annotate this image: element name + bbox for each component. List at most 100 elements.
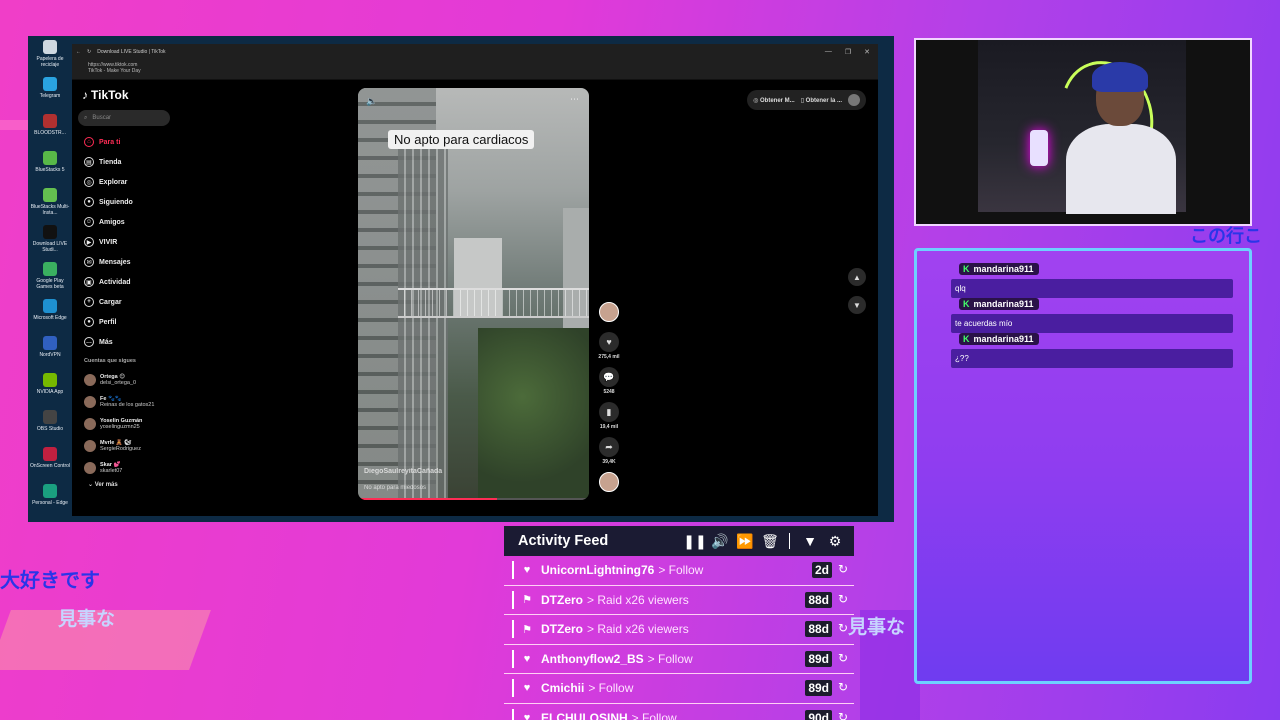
replay-icon[interactable]: ↻ — [838, 562, 848, 576]
feed-row[interactable]: ⚑ DTZero > Raid x26 viewers 88d ↻ — [504, 615, 854, 645]
nav-item-vivir[interactable]: ▶ VIVIR — [78, 232, 178, 252]
app-icon — [43, 373, 57, 387]
video-player[interactable]: 🔈 ⋯ No apto para cardiacos DiegoSaulreyi… — [358, 88, 589, 500]
maximize-button[interactable]: ❐ — [845, 48, 851, 56]
close-button[interactable]: ✕ — [864, 48, 870, 56]
app-icon — [43, 262, 57, 276]
more-options-icon[interactable]: ⋯ — [570, 94, 579, 105]
desktop-icon[interactable]: Download LIVE Studi... — [28, 225, 72, 253]
feed-row[interactable]: ♥ Anthonyflow2_BS > Follow 89d ↻ — [504, 645, 854, 674]
chat-username[interactable]: Kmandarina911 — [959, 263, 1039, 275]
followed-account[interactable]: Ortega 😊 delsi_ortega_0 — [78, 369, 178, 391]
desktop-icon-label: Download LIVE Studi... — [32, 241, 68, 253]
address-bar[interactable]: https://www.tiktok.com TikTok - Make You… — [72, 60, 878, 80]
desktop-icon[interactable]: Papelera de reciclaje — [28, 40, 72, 68]
replay-icon[interactable]: ↻ — [838, 651, 848, 665]
desktop-icon[interactable]: OnScreen Control — [28, 447, 72, 469]
search-icon: ⌕ — [84, 114, 88, 121]
previous-video-button[interactable]: ▲ — [848, 268, 866, 286]
get-coins-button[interactable]: ◎ Obtener M... — [753, 97, 795, 104]
app-icon — [43, 484, 57, 498]
nav-item-mensajes[interactable]: ✉ Mensajes — [78, 252, 178, 272]
nav-item-amigos[interactable]: ☺ Amigos — [78, 212, 178, 232]
chat-username-text: mandarina911 — [973, 264, 1034, 274]
trash-icon[interactable]: 🗑 — [761, 532, 779, 550]
microphone — [1030, 130, 1048, 166]
feed-row[interactable]: ♥ UnicornLightning76 > Follow 2d ↻ — [504, 556, 854, 586]
nav-item-cargar[interactable]: + Cargar — [78, 292, 178, 312]
nav-item-explorar[interactable]: ◎ Explorar — [78, 172, 178, 192]
desktop-icon[interactable]: Microsoft Edge — [28, 299, 72, 321]
chat-username[interactable]: Kmandarina911 — [959, 298, 1039, 310]
app-icon — [43, 225, 57, 239]
video-username[interactable]: DiegoSaulreyitaCañada — [364, 468, 442, 475]
desktop-icon[interactable]: BlueStacks Multi-Insta... — [28, 188, 72, 216]
feed-row[interactable]: ⚑ DTZero > Raid x26 viewers 88d ↻ — [504, 586, 854, 615]
desktop-icon[interactable]: BLOODSTR... — [28, 114, 72, 136]
desktop-icon[interactable]: OBS Studio — [28, 410, 72, 432]
desktop-capture: Papelera de reciclaje Telegram BLOODSTR...… — [28, 36, 894, 522]
account-text: Skar 💕 skarlet07 — [100, 462, 122, 475]
share-count: 39,4K — [602, 459, 616, 465]
nav-icon: ▶ — [84, 237, 94, 247]
search-input[interactable]: ⌕ Buscar — [78, 110, 170, 126]
nav-item-siguiendo[interactable]: ● Siguiendo — [78, 192, 178, 212]
sound-disc-avatar[interactable] — [599, 472, 619, 492]
desktop-icon[interactable]: Telegram — [28, 77, 72, 99]
followed-account[interactable]: Yoselin Guzmán yoselinguzmn25 — [78, 413, 178, 435]
nav-item-más[interactable]: … Más — [78, 332, 178, 352]
nav-item-tienda[interactable]: ▤ Tienda — [78, 152, 178, 172]
get-app-button[interactable]: ▯ Obtener la ... — [801, 97, 842, 104]
nav-item-label: Mensajes — [99, 258, 131, 266]
followed-account[interactable]: Fe 🐾🐾 Reinas de los gatos21 — [78, 391, 178, 413]
share-button[interactable]: ➦ — [599, 437, 619, 457]
tab-title[interactable]: Download LIVE Studio | TikTok — [97, 49, 165, 55]
browser-titlebar: ← ↻ Download LIVE Studio | TikTok — ❐ ✕ — [72, 44, 878, 60]
filter-icon[interactable]: ▼ — [801, 532, 819, 550]
video-bridge — [398, 288, 589, 318]
nav-icon: ⌂ — [84, 137, 94, 147]
replay-icon[interactable]: ↻ — [838, 710, 848, 720]
gear-icon[interactable]: ⚙ — [826, 532, 844, 550]
video-progress-bar[interactable] — [358, 498, 589, 500]
kick-badge-icon: K — [963, 299, 970, 309]
like-button[interactable]: ♥ — [599, 332, 619, 352]
next-video-button[interactable]: ▼ — [848, 296, 866, 314]
volume-icon[interactable]: 🔊 — [711, 532, 729, 550]
raid-icon: ⚑ — [522, 623, 532, 636]
nav-item-para-ti[interactable]: ⌂ Para ti — [78, 132, 178, 152]
nav-item-perfil[interactable]: ● Perfil — [78, 312, 178, 332]
creator-avatar[interactable] — [599, 302, 619, 322]
nav-icon: ☺ — [84, 217, 94, 227]
back-icon[interactable]: ← — [76, 49, 81, 55]
followed-account[interactable]: Mvrle 🧸 🐿 SergieRodriguez — [78, 435, 178, 457]
volume-icon[interactable]: 🔈 — [366, 96, 377, 107]
nav-item-actividad[interactable]: ▣ Actividad — [78, 272, 178, 292]
replay-icon[interactable]: ↻ — [838, 621, 848, 635]
see-more-link[interactable]: ⌄ Ver más — [78, 481, 178, 488]
desktop-icon[interactable]: NVIDIA App — [28, 373, 72, 395]
refresh-icon[interactable]: ↻ — [87, 49, 91, 55]
minimize-button[interactable]: — — [825, 48, 832, 56]
feed-user: ELCHULOSINH — [541, 710, 628, 720]
tiktok-logo[interactable]: ♪ TikTok — [82, 88, 178, 102]
skip-icon[interactable]: ⏩ — [736, 532, 754, 550]
desktop-icon[interactable]: Personal - Edge — [28, 484, 72, 506]
desktop-icon[interactable]: Google Play Games beta — [28, 262, 72, 290]
pause-icon[interactable]: ❚❚ — [683, 532, 706, 550]
desktop-icon[interactable]: NordVPN — [28, 336, 72, 358]
feed-row[interactable]: ♥ Cmichii > Follow 89d ↻ — [504, 674, 854, 704]
feed-action: > Follow — [631, 710, 677, 720]
profile-avatar[interactable] — [848, 94, 860, 106]
save-button[interactable]: ▮ — [599, 402, 619, 422]
chat-username[interactable]: Kmandarina911 — [959, 333, 1039, 345]
nav-item-label: Cargar — [99, 298, 122, 306]
desktop-icon[interactable]: BlueStacks 5 — [28, 151, 72, 173]
replay-icon[interactable]: ↻ — [838, 592, 848, 606]
replay-icon[interactable]: ↻ — [838, 680, 848, 694]
bookmark-icon: ▮ — [606, 406, 612, 417]
comment-button[interactable]: 💬 — [599, 367, 619, 387]
feed-row[interactable]: ♥ ELCHULOSINH > Follow 90d ↻ — [504, 704, 854, 720]
comment-count: 5248 — [603, 389, 615, 395]
followed-account[interactable]: Skar 💕 skarlet07 — [78, 457, 178, 479]
